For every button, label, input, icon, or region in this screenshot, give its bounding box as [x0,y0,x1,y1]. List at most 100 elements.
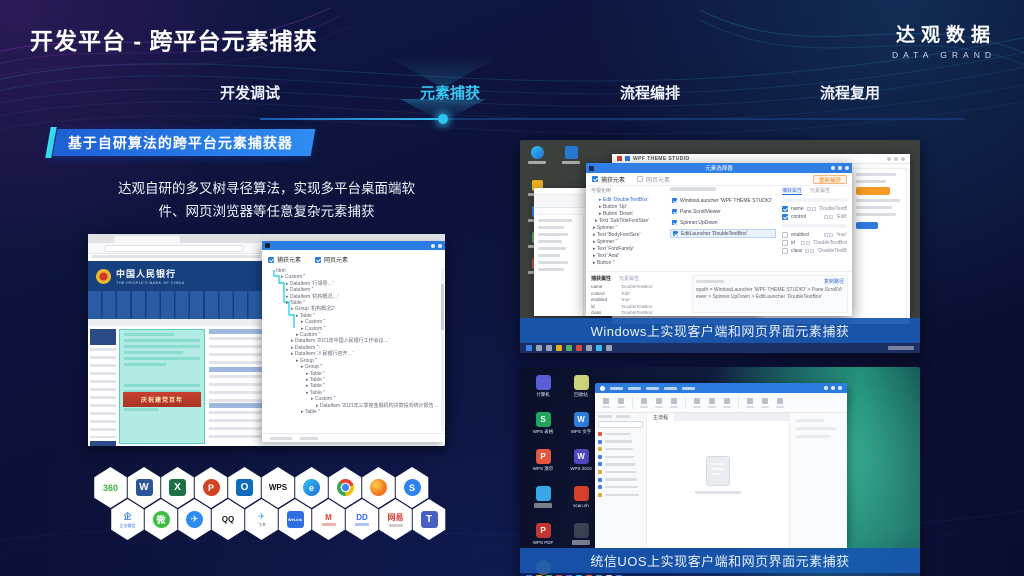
feishu-icon[interactable]: ✈飞书 [243,499,280,540]
property-row[interactable]: class'DoubleTextBox' [782,247,847,255]
sidebar-list-item[interactable] [598,432,643,436]
WPS 2019-icon[interactable]: WWPS 2019 [564,449,598,471]
property-row[interactable]: enabled'true' [782,231,847,239]
recapture-button[interactable]: 重新捕获 [813,175,847,184]
dialog-tree-item[interactable]: ▸ Button 'Up' [591,204,665,211]
toolbar-button[interactable] [776,398,784,408]
path-step-row[interactable]: Pane.ScrollViewer [670,207,776,216]
dialog-tree-item[interactable]: ▸ Text 'BodyFontSize' [591,232,665,239]
path-step-row[interactable]: EditLauncher 'DoubleTextBox' [670,229,776,238]
teamviewer-desktop-icon[interactable] [556,146,586,164]
taskbar-app-icon[interactable] [596,345,602,351]
sidebar-list-item[interactable] [598,455,643,459]
wechat-icon[interactable]: 微 [143,499,180,540]
menu-item[interactable] [664,387,677,390]
maximize-icon[interactable] [838,166,842,170]
explorer-sidebar[interactable] [534,216,584,316]
edge-desktop-icon[interactable] [522,146,552,164]
计算机-icon[interactable]: 计算机 [526,375,560,397]
taskbar-app-icon[interactable] [566,345,572,351]
dialog-tree-item[interactable]: ▸ Text 'Arial' [591,253,665,260]
toolbar-button[interactable] [640,398,648,408]
taskbar-app-icon[interactable] [556,345,562,351]
desktop-icon-icon[interactable] [526,486,560,508]
uos-toolbar[interactable] [595,393,847,413]
close-icon[interactable] [438,244,442,248]
dd-mail-icon[interactable]: DD [344,499,381,540]
m-mail-icon[interactable]: M [310,499,347,540]
toolbar-button[interactable] [761,398,769,408]
menu-item[interactable] [628,387,641,390]
taskbar-app-icon[interactable] [576,345,582,351]
toolbar-button[interactable] [602,398,610,408]
menu-item[interactable] [682,387,695,390]
property-row[interactable]: id'DoubleTextBox' [782,239,847,247]
minimize-icon[interactable] [831,166,835,170]
web-element-tab[interactable]: 网页元素 [637,175,670,184]
element-props-tab[interactable]: 元素属性 [810,187,830,195]
toolbar-button[interactable] [708,398,716,408]
stage-tab-流程复用[interactable]: 流程复用 [750,82,950,103]
sidebar-list-item[interactable] [598,478,643,482]
desktop-icon-icon[interactable] [564,523,598,545]
close-icon[interactable] [838,386,842,390]
taskbar-app-icon[interactable] [536,345,542,351]
toolbar-button[interactable] [746,398,754,408]
url-field[interactable] [104,245,244,252]
checkbox-icon[interactable] [637,176,643,182]
studio-save-button[interactable] [856,222,878,229]
minimize-icon[interactable] [824,386,828,390]
回收站-icon[interactable]: 回收站 [564,375,598,397]
toolbar-button[interactable] [693,398,701,408]
teams-icon[interactable]: T [411,499,448,540]
uos-titlebar[interactable] [595,383,847,393]
dialog-tree-item[interactable]: ▸ Text 'SubTitleFontSize' [591,218,665,225]
path-step-row[interactable]: Spinner.UpDown [670,218,776,227]
scan.sh-icon[interactable]: scan.sh [564,486,598,508]
uos-sidebar[interactable] [595,413,647,548]
toolbar-button[interactable] [617,398,625,408]
dialog-titlebar[interactable]: 元素选择器 [586,163,852,173]
studio-content-button[interactable] [856,187,890,195]
web-element-option[interactable]: 网页元素 [315,255,348,264]
sidebar-list-item[interactable] [598,462,643,466]
sidebar-list-item[interactable] [598,470,643,474]
taskbar-app-icon[interactable] [606,345,612,351]
property-row[interactable]: name'DoubleTextBox' [782,205,847,213]
wecom-icon[interactable]: 企企业微信 [109,499,146,540]
tim-icon[interactable]: ✈ [176,499,213,540]
browser-tab[interactable] [114,236,180,243]
toolbar-button[interactable] [723,398,731,408]
copy-path-link[interactable]: 复制路径 [824,278,844,285]
taskbar-app-icon[interactable] [586,345,592,351]
pbc-highlighted-element[interactable]: 庆祝建党百年 [119,329,205,444]
WPS 表格-icon[interactable]: SWPS 表格 [526,412,560,434]
capture-element-tab[interactable]: 捕获元素 [592,175,625,184]
checkbox-icon[interactable] [268,257,274,263]
path-step-row[interactable]: WindowLauncher 'WPF THEME STUDIO' [670,196,776,205]
taskbar-app-icon[interactable] [526,345,532,351]
netease-mail-icon[interactable]: 网易 [377,499,414,540]
scrollbar[interactable] [441,268,444,431]
windows-taskbar[interactable] [520,343,920,353]
toolbar-button[interactable] [670,398,678,408]
captured-props-tab[interactable]: 捕获属性 [782,187,802,195]
WPS 演示-icon[interactable]: PWPS 演示 [526,449,560,471]
checkbox-icon[interactable] [592,176,598,182]
toolbar-button[interactable] [655,398,663,408]
minimize-icon[interactable] [431,244,435,248]
WPS 文字-icon[interactable]: WWPS 文字 [564,412,598,434]
dialog-tree-item[interactable]: ▸ Spinner '' [591,225,665,232]
pbc-nav-grid[interactable] [88,291,264,319]
dialog-tree-item[interactable]: ▸ Text 'FontFamily' [591,246,665,253]
menu-item[interactable] [610,387,623,390]
sidebar-list-item[interactable] [598,447,643,451]
sidebar-list-item[interactable] [598,493,643,497]
stage-tab-流程编排[interactable]: 流程编排 [550,82,750,103]
tree-item[interactable]: ▸ Table '' [266,409,438,415]
taskbar-app-icon[interactable] [546,345,552,351]
main-flow-tab[interactable]: 主流程 [647,413,674,421]
checkbox-icon[interactable] [315,257,321,263]
capture-panel-titlebar[interactable] [262,241,445,250]
maximize-icon[interactable] [831,386,835,390]
